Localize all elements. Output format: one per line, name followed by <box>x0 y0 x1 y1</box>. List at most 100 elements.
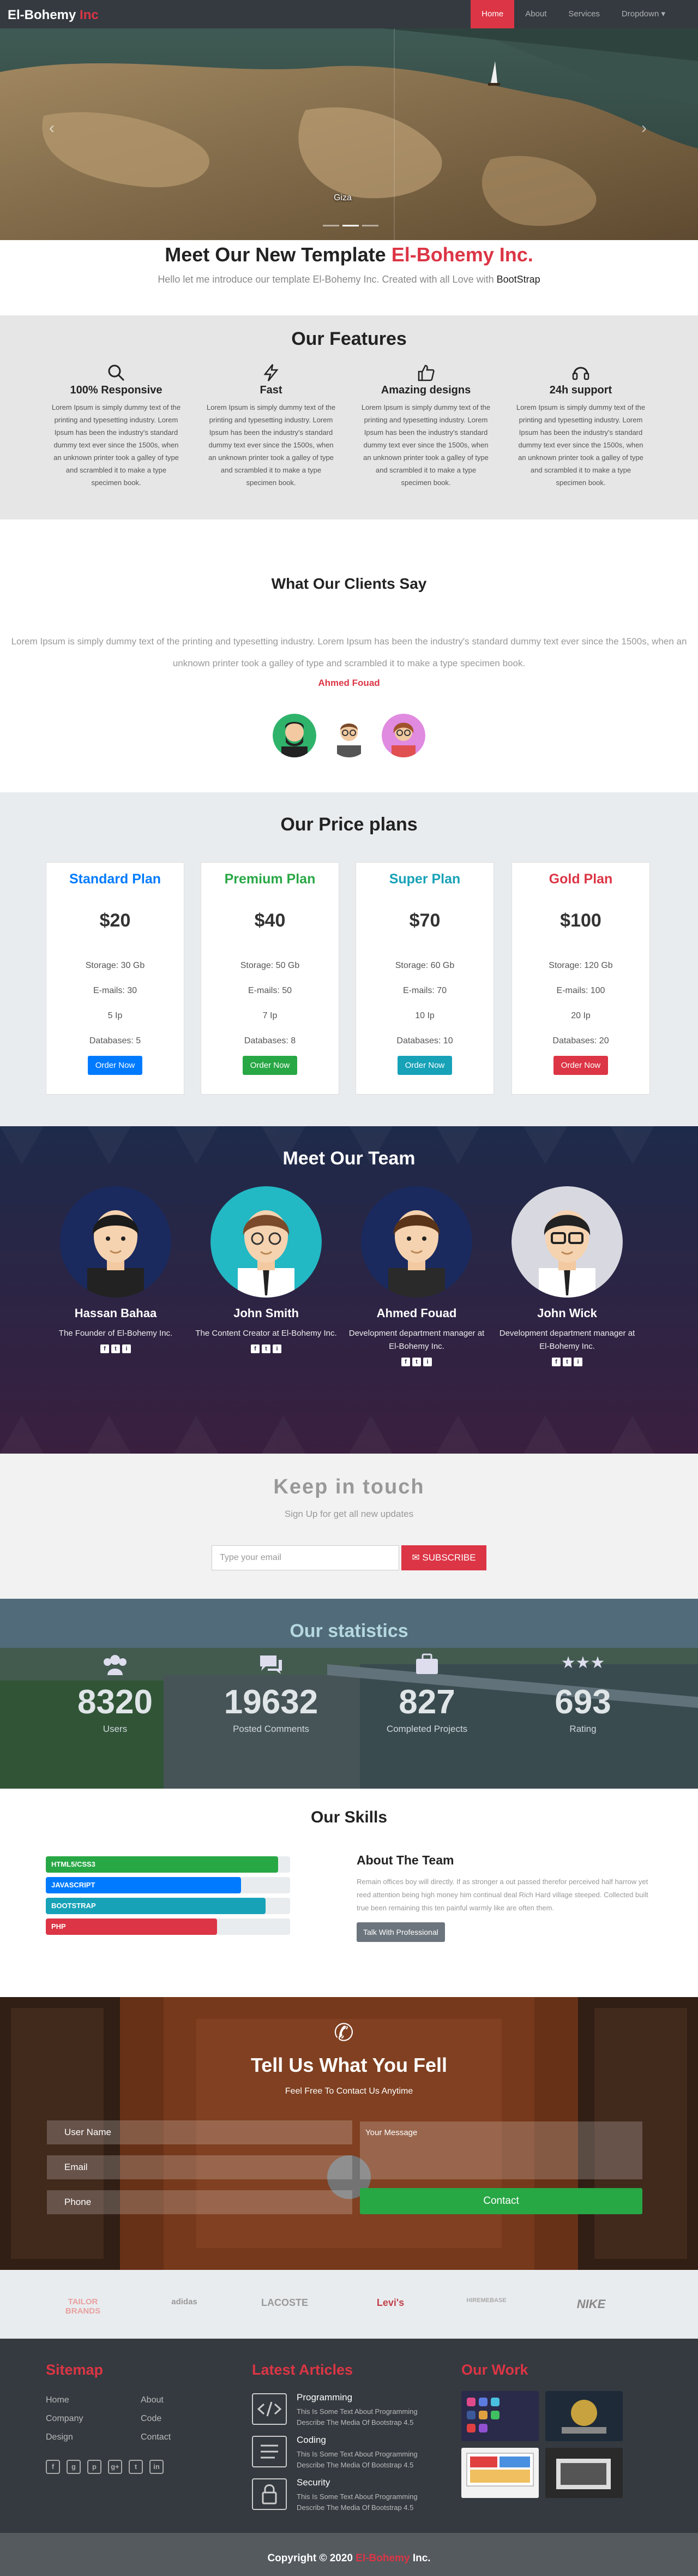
carousel-prev-icon[interactable]: ‹ <box>49 119 55 138</box>
facebook-icon[interactable]: f <box>401 1358 410 1366</box>
footer-link-about[interactable]: About <box>141 2395 164 2405</box>
team-member: Hassan Bahaa The Founder of El-Bohemy In… <box>45 1186 186 1353</box>
clients-title: What Our Clients Say <box>271 575 427 592</box>
hero-caption: Giza <box>334 193 352 202</box>
thumbs-up-icon <box>361 363 491 382</box>
member-role: The Content Creator at El-Bohemy Inc. <box>195 1329 337 1338</box>
plan-features: Storage: 30 Gb E-mails: 30 5 Ip Database… <box>46 953 184 1054</box>
facebook-icon[interactable]: f <box>100 1344 109 1353</box>
work-image[interactable] <box>545 2391 623 2441</box>
footer-link-home[interactable]: Home <box>46 2395 69 2405</box>
nav-home[interactable]: Home <box>471 0 515 28</box>
plan-name: Gold Plan <box>549 871 613 887</box>
plan-databases: Databases: 20 <box>552 1036 609 1045</box>
carousel-next-icon[interactable]: › <box>641 119 647 138</box>
article-item[interactable]: Programming This Is Some Text About Prog… <box>252 2391 437 2429</box>
stat-value: 8320 <box>77 1683 153 1721</box>
footer-link-company[interactable]: Company <box>46 2414 83 2424</box>
team-member: Ahmed Fouad Development department manag… <box>346 1186 488 1366</box>
subscribe-button[interactable]: ✉ SUBSCRIBE <box>401 1545 486 1570</box>
footer-link-code[interactable]: Code <box>141 2414 161 2424</box>
twitter-icon[interactable]: t <box>129 2460 143 2474</box>
order-now-button[interactable]: Order Now <box>87 1056 143 1075</box>
facebook-icon[interactable]: f <box>552 1358 561 1366</box>
plan-emails: E-mails: 30 <box>93 986 137 995</box>
newsletter-subtitle: Sign Up for get all new updates <box>284 1509 414 1519</box>
skills-section: Our Skills HTML5/CSS3 JAVASCRIPT BOOTSTR… <box>0 1789 698 1997</box>
carousel-indicator[interactable] <box>323 225 339 226</box>
plan-emails: E-mails: 100 <box>556 986 605 995</box>
twitter-icon[interactable]: t <box>563 1358 571 1366</box>
client-avatars <box>0 714 698 757</box>
intro-subtitle-text: Hello let me introduce our template El-B… <box>158 274 494 285</box>
plan-ip: 7 Ip <box>262 1011 278 1020</box>
instagram-icon[interactable]: i <box>122 1344 131 1353</box>
username-input[interactable]: User Name <box>47 2120 352 2144</box>
twitter-icon[interactable]: t <box>111 1344 120 1353</box>
contact-subtitle: Feel Free To Contact Us Anytime <box>285 2087 413 2096</box>
twitter-icon[interactable]: t <box>262 1344 270 1353</box>
brand-logo[interactable]: El-Bohemy Inc <box>8 8 99 23</box>
footer-link-contact[interactable]: Contact <box>141 2432 171 2442</box>
feature-card: Amazing designs Lorem Ipsum is simply du… <box>361 363 491 489</box>
stats-title: Our statistics <box>290 1621 408 1641</box>
plan-ip: 20 Ip <box>571 1011 591 1020</box>
member-name: John Wick <box>537 1306 597 1320</box>
stat-item: 827 Completed Projects <box>370 1653 484 1735</box>
linkedin-icon[interactable]: in <box>149 2460 164 2474</box>
plan-ip: 10 Ip <box>415 1011 435 1020</box>
copyright-text: Copyright © 2020 El-Bohemy Inc. <box>0 2553 698 2565</box>
phone-field[interactable]: Phone <box>47 2190 352 2214</box>
twitter-icon[interactable]: t <box>412 1358 421 1366</box>
plan-price: $70 <box>409 910 441 931</box>
work-image[interactable] <box>545 2448 623 2498</box>
footer-link-design[interactable]: Design <box>46 2432 73 2442</box>
carousel-indicator[interactable] <box>362 225 378 226</box>
article-item[interactable]: Security This Is Some Text About Program… <box>252 2476 437 2514</box>
skill-track: PHP <box>46 1918 290 1935</box>
features-section: Our Features 100% Responsive Lorem Ipsum… <box>0 315 698 519</box>
talk-professional-button[interactable]: Talk With Professional <box>357 1922 445 1942</box>
pinterest-icon[interactable]: p <box>87 2460 101 2474</box>
email-field[interactable]: Email <box>47 2155 352 2179</box>
subscribe-form: Type your email ✉ SUBSCRIBE <box>212 1545 486 1570</box>
facebook-icon[interactable]: f <box>251 1344 260 1353</box>
plan-features: Storage: 120 Gb E-mails: 100 20 Ip Datab… <box>512 953 649 1054</box>
nav-dropdown[interactable]: Dropdown ▾ <box>611 0 676 28</box>
email-input[interactable]: Type your email <box>212 1545 399 1570</box>
instagram-icon[interactable]: i <box>273 1344 281 1353</box>
member-avatar <box>361 1186 472 1298</box>
price-card: Super Plan $70 Storage: 60 Gb E-mails: 7… <box>356 862 494 1095</box>
work-image[interactable] <box>461 2448 539 2498</box>
member-social: fti <box>45 1344 186 1353</box>
message-textarea[interactable]: Your Message <box>360 2121 642 2179</box>
stat-value: 693 <box>555 1683 611 1721</box>
plan-databases: Databases: 5 <box>89 1036 141 1045</box>
facebook-icon[interactable]: f <box>46 2460 60 2474</box>
order-now-button[interactable]: Order Now <box>242 1056 298 1075</box>
article-title: Coding <box>297 2435 326 2445</box>
google-plus-icon[interactable]: g+ <box>108 2460 122 2474</box>
feature-card: 24h support Lorem Ipsum is simply dummy … <box>516 363 646 489</box>
member-role: Development department manager at El-Boh… <box>348 1329 485 1351</box>
github-icon[interactable]: g <box>67 2460 81 2474</box>
instagram-icon[interactable]: i <box>423 1358 432 1366</box>
contact-button[interactable]: Contact <box>360 2188 642 2214</box>
feature-card: 100% Responsive Lorem Ipsum is simply du… <box>51 363 181 489</box>
order-now-button[interactable]: Order Now <box>553 1056 609 1075</box>
about-text: Remain offices boy will directly. If as … <box>357 1878 648 1912</box>
nav-services[interactable]: Services <box>557 0 611 28</box>
avatar[interactable] <box>327 714 371 757</box>
article-item[interactable]: Coding This Is Some Text About Programmi… <box>252 2434 437 2472</box>
order-now-button[interactable]: Order Now <box>397 1056 453 1075</box>
nav-about[interactable]: About <box>514 0 557 28</box>
instagram-icon[interactable]: i <box>574 1358 582 1366</box>
plan-name: Super Plan <box>389 871 461 887</box>
carousel-indicator-active[interactable] <box>342 225 359 226</box>
work-image[interactable] <box>461 2391 539 2441</box>
avatar[interactable] <box>273 714 316 757</box>
stat-value: 19632 <box>224 1683 318 1721</box>
price-card: Premium Plan $40 Storage: 50 Gb E-mails:… <box>201 862 339 1095</box>
avatar[interactable] <box>382 714 425 757</box>
footer-social: f g p g+ t in <box>46 2460 164 2474</box>
